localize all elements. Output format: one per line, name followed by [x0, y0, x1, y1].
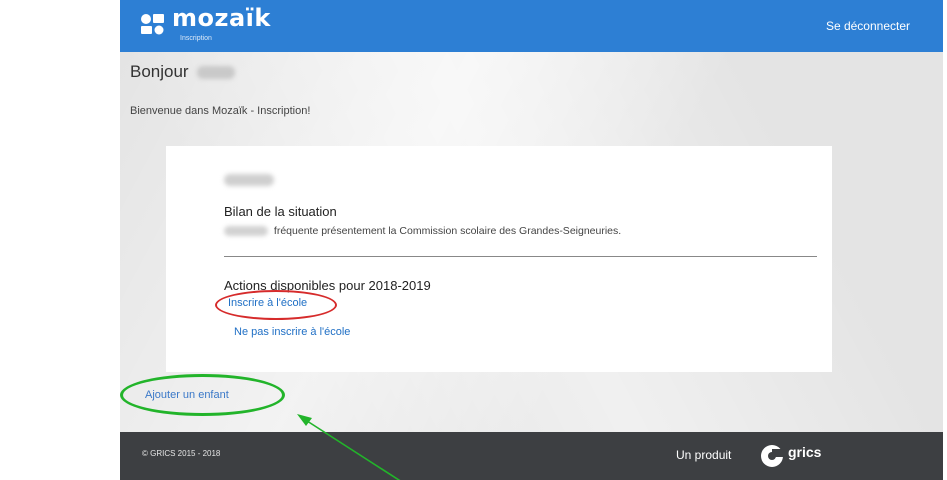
greeting-text: Bonjour	[130, 62, 189, 81]
child-card: Bilan de la situation fréquente présente…	[166, 146, 832, 372]
welcome-message: Bienvenue dans Mozaïk - Inscription!	[130, 105, 311, 117]
enroll-link[interactable]: Inscrire à l'école	[228, 297, 307, 309]
brand-name: mozaïk	[172, 4, 271, 32]
copyright-text: © GRICS 2015 - 2018	[142, 449, 221, 458]
brand-subtitle: Inscription	[180, 35, 212, 42]
product-label: Un produit	[676, 448, 732, 462]
footer: © GRICS 2015 - 2018 Un produit grics	[120, 432, 943, 480]
no-enroll-link[interactable]: Ne pas inscrire à l'école	[234, 326, 350, 338]
main-content: Bonjour Bienvenue dans Mozaïk - Inscript…	[120, 52, 943, 432]
mozaik-logo-icon	[141, 14, 164, 35]
redacted-user-name	[197, 66, 236, 80]
greeting-heading: Bonjour	[130, 62, 236, 82]
redacted-child-first-name	[224, 226, 268, 237]
top-bar: mozaïk Inscription Se déconnecter	[120, 0, 943, 52]
actions-title: Actions disponibles pour 2018-2019	[224, 278, 431, 293]
grics-logo-icon	[761, 445, 784, 467]
status-line: fréquente présentement la Commission sco…	[224, 225, 621, 237]
status-text: fréquente présentement la Commission sco…	[273, 225, 622, 237]
grics-brand: grics	[788, 444, 822, 460]
status-title: Bilan de la situation	[224, 204, 337, 219]
add-child-link[interactable]: Ajouter un enfant	[145, 389, 229, 401]
logout-link[interactable]: Se déconnecter	[826, 19, 910, 33]
divider	[224, 256, 817, 257]
app-window: mozaïk Inscription Se déconnecter Bonjou…	[120, 0, 943, 480]
redacted-child-name	[224, 174, 274, 186]
